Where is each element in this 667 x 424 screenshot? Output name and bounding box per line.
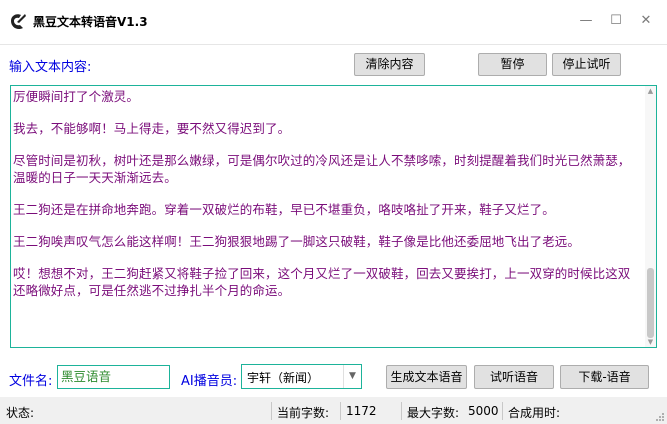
paragraph: 尽管时间是初秋，树叶还是那么嫩绿，可是偶尔吹过的冷风还是让人不禁哆嗦，时刻提醒着… <box>13 153 631 185</box>
resize-grip-icon[interactable] <box>655 412 665 422</box>
stop-preview-button[interactable]: 停止试听 <box>552 53 621 76</box>
scroll-thumb[interactable] <box>647 268 654 338</box>
current-chars-value: 1172 <box>346 404 377 418</box>
maximize-icon[interactable]: ☐ <box>606 12 626 30</box>
pause-button[interactable]: 暂停 <box>478 53 547 76</box>
input-text-label: 输入文本内容: <box>9 60 92 75</box>
download-speech-button[interactable]: 下载-语音 <box>560 365 649 389</box>
status-label: 状态: <box>6 406 35 420</box>
scroll-up-icon[interactable]: ▲ <box>645 86 656 96</box>
title-bar: 黑豆文本转语音V1.3 — ☐ ✕ <box>0 0 667 45</box>
close-icon[interactable]: ✕ <box>636 12 656 30</box>
status-bar: 状态: 当前字数: 1172 最大字数: 5000 合成用时: <box>0 400 667 424</box>
paragraph: 我去，不能够啊！马上得走，要不然又得迟到了。 <box>13 121 291 136</box>
synth-time-label: 合成用时: <box>508 406 561 420</box>
filename-label: 文件名: <box>9 374 53 389</box>
editor-text: 厉便瞬间打了个激灵。 我去，不能够啊！马上得走，要不然又得迟到了。 尽管时间是初… <box>13 86 641 314</box>
voice-selected-value: 宇轩（新闻） <box>247 371 320 385</box>
window-title: 黑豆文本转语音V1.3 <box>33 15 148 29</box>
vertical-scrollbar[interactable]: ▲ ▼ <box>645 86 656 347</box>
status-divider <box>401 402 402 420</box>
minimize-icon[interactable]: — <box>576 12 596 30</box>
paragraph: 哎！想想不对，王二狗赶紧又将鞋子捡了回来，这个月又烂了一双破鞋，回去又要挨打，上… <box>13 266 631 298</box>
app-logo-icon <box>11 14 26 30</box>
filename-input[interactable]: 黑豆语音 <box>57 365 170 389</box>
status-divider <box>340 402 341 420</box>
clear-content-button[interactable]: 清除内容 <box>354 53 425 76</box>
voice-label: AI播音员: <box>181 374 238 389</box>
paragraph: 王二狗唉声叹气怎么能这样啊！王二狗狠狠地踢了一脚这只破鞋，鞋子像是比他还委屈地飞… <box>13 234 581 249</box>
text-editor[interactable]: 厉便瞬间打了个激灵。 我去，不能够啊！马上得走，要不然又得迟到了。 尽管时间是初… <box>10 85 657 348</box>
status-divider <box>502 402 503 420</box>
max-chars-label: 最大字数: <box>407 406 460 420</box>
voice-select[interactable]: 宇轩（新闻） ▼ <box>241 364 362 389</box>
paragraph: 厉便瞬间打了个激灵。 <box>13 89 140 104</box>
main-panel: 输入文本内容: 清除内容 暂停 停止试听 厉便瞬间打了个激灵。 我去，不能够啊！… <box>0 45 667 397</box>
chevron-down-icon[interactable]: ▼ <box>343 365 361 388</box>
current-chars-label: 当前字数: <box>277 406 330 420</box>
preview-speech-button[interactable]: 试听语音 <box>474 365 554 389</box>
max-chars-value: 5000 <box>468 404 499 418</box>
paragraph: 王二狗还是在拼命地奔跑。穿着一双破烂的布鞋，早已不堪重负，咯吱咯扯了开来，鞋子又… <box>13 202 555 217</box>
scroll-down-icon[interactable]: ▼ <box>645 337 656 347</box>
generate-speech-button[interactable]: 生成文本语音 <box>386 365 467 389</box>
status-divider <box>271 402 272 420</box>
